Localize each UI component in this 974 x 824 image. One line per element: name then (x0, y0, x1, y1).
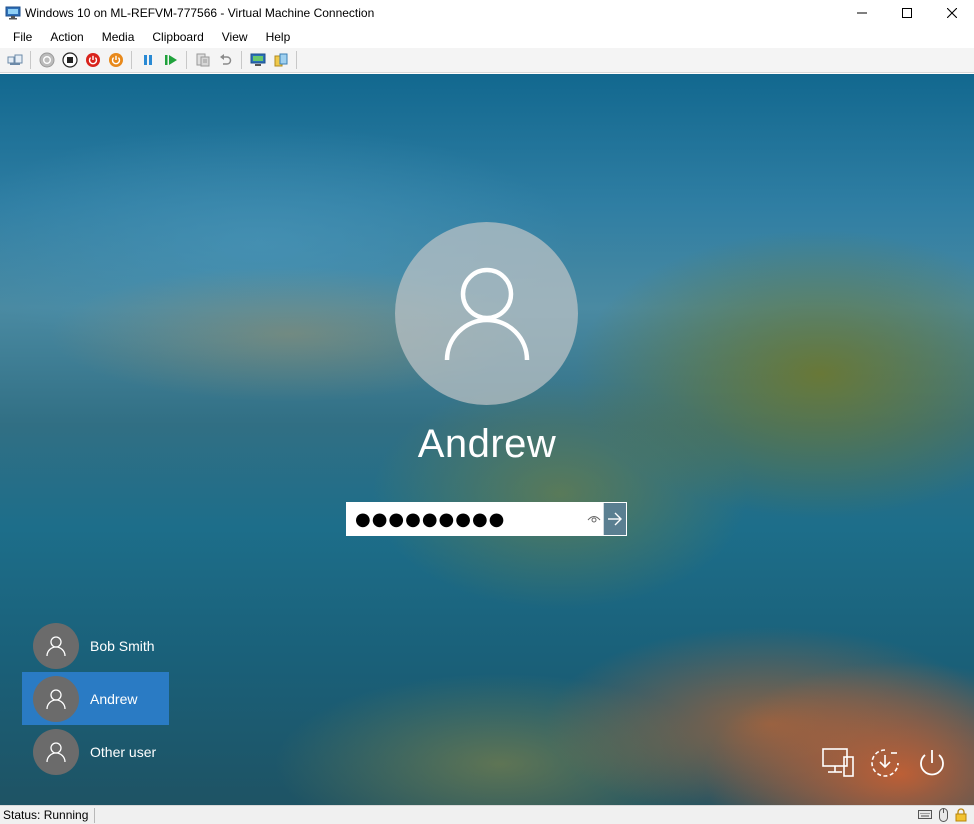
eye-icon (587, 516, 601, 523)
enhanced-session-icon (250, 53, 265, 66)
close-icon (946, 8, 957, 18)
keyboard-icon (918, 810, 932, 819)
save-state-button[interactable] (106, 50, 126, 70)
reveal-password-button[interactable] (585, 503, 604, 535)
lock-icon (955, 807, 967, 821)
user-icon (46, 741, 66, 762)
status-text: Status: Running (0, 807, 96, 823)
save-state-icon (108, 53, 123, 67)
toolbar-separator (241, 51, 242, 69)
ctrl-alt-del-icon (7, 54, 22, 65)
revert-button[interactable] (216, 50, 236, 70)
avatar (33, 622, 79, 669)
arrow-right-icon (608, 512, 623, 526)
title-bar: Windows 10 on ML-REFVM-777566 - Virtual … (0, 0, 974, 26)
ctrl-alt-del-button[interactable] (5, 50, 25, 70)
lock-status (954, 807, 968, 822)
menu-bar: File Action Media Clipboard View Help (0, 26, 974, 48)
vm-screen[interactable]: Andrew Bob Smith (0, 74, 974, 805)
share-button[interactable] (271, 50, 291, 70)
vm-monitor-icon (5, 6, 21, 20)
submit-button[interactable] (603, 503, 626, 535)
user-item-other-user[interactable]: Other user (22, 725, 169, 778)
resume-icon (164, 55, 177, 65)
shut-down-button[interactable] (83, 50, 103, 70)
menu-action[interactable]: Action (41, 26, 92, 48)
password-input[interactable] (347, 503, 585, 535)
menu-clipboard[interactable]: Clipboard (143, 26, 212, 48)
window-controls (839, 0, 974, 26)
enhanced-session-button[interactable] (248, 50, 268, 70)
user-item-andrew[interactable]: Andrew (22, 672, 169, 725)
status-bar: Status: Running (0, 805, 974, 824)
resume-button[interactable] (161, 50, 181, 70)
turn-off-button[interactable] (60, 50, 80, 70)
start-icon (39, 52, 54, 68)
ease-of-access-button[interactable] (867, 745, 903, 781)
user-icon (444, 267, 529, 360)
revert-icon (219, 54, 231, 65)
toolbar (0, 48, 974, 73)
maximize-icon (901, 8, 912, 18)
network-button[interactable] (820, 745, 856, 781)
turn-off-icon (61, 52, 78, 68)
menu-media[interactable]: Media (93, 26, 144, 48)
toolbar-separator (186, 51, 187, 69)
pause-icon (143, 55, 152, 65)
minimize-button[interactable] (839, 0, 884, 26)
toolbar-separator (296, 51, 297, 69)
login-options (809, 745, 950, 781)
password-box (346, 502, 627, 536)
shut-down-icon (85, 53, 100, 67)
toolbar-separator (131, 51, 132, 69)
maximize-button[interactable] (884, 0, 929, 26)
power-button[interactable] (914, 745, 950, 781)
mouse-status (936, 807, 950, 822)
user-item-label: Other user (90, 743, 157, 760)
avatar (33, 728, 79, 775)
toolbar-separator (30, 51, 31, 69)
share-icon (274, 53, 287, 67)
ease-of-access-icon (871, 749, 899, 777)
menu-view[interactable]: View (213, 26, 257, 48)
user-icon (46, 688, 66, 709)
keyboard-status (918, 807, 932, 822)
status-icons (914, 807, 968, 822)
checkpoint-icon (196, 53, 209, 67)
user-item-label: Bob Smith (90, 637, 155, 654)
user-icon (46, 635, 66, 656)
user-item-label: Andrew (90, 690, 138, 707)
power-icon (920, 750, 944, 776)
user-list: Bob Smith Andrew Other user (22, 619, 169, 778)
menu-file[interactable]: File (4, 26, 41, 48)
minimize-icon (856, 12, 867, 14)
close-button[interactable] (929, 0, 974, 26)
avatar (33, 675, 79, 722)
network-icon (822, 748, 854, 777)
menu-help[interactable]: Help (257, 26, 300, 48)
checkpoint-button[interactable] (193, 50, 213, 70)
mouse-icon (938, 807, 948, 822)
pause-button[interactable] (138, 50, 158, 70)
user-avatar-large (395, 222, 578, 405)
window-title: Windows 10 on ML-REFVM-777566 - Virtual … (25, 6, 375, 20)
login-user-name: Andrew (417, 422, 557, 466)
user-item-bob-smith[interactable]: Bob Smith (22, 619, 169, 672)
start-button[interactable] (37, 50, 57, 70)
